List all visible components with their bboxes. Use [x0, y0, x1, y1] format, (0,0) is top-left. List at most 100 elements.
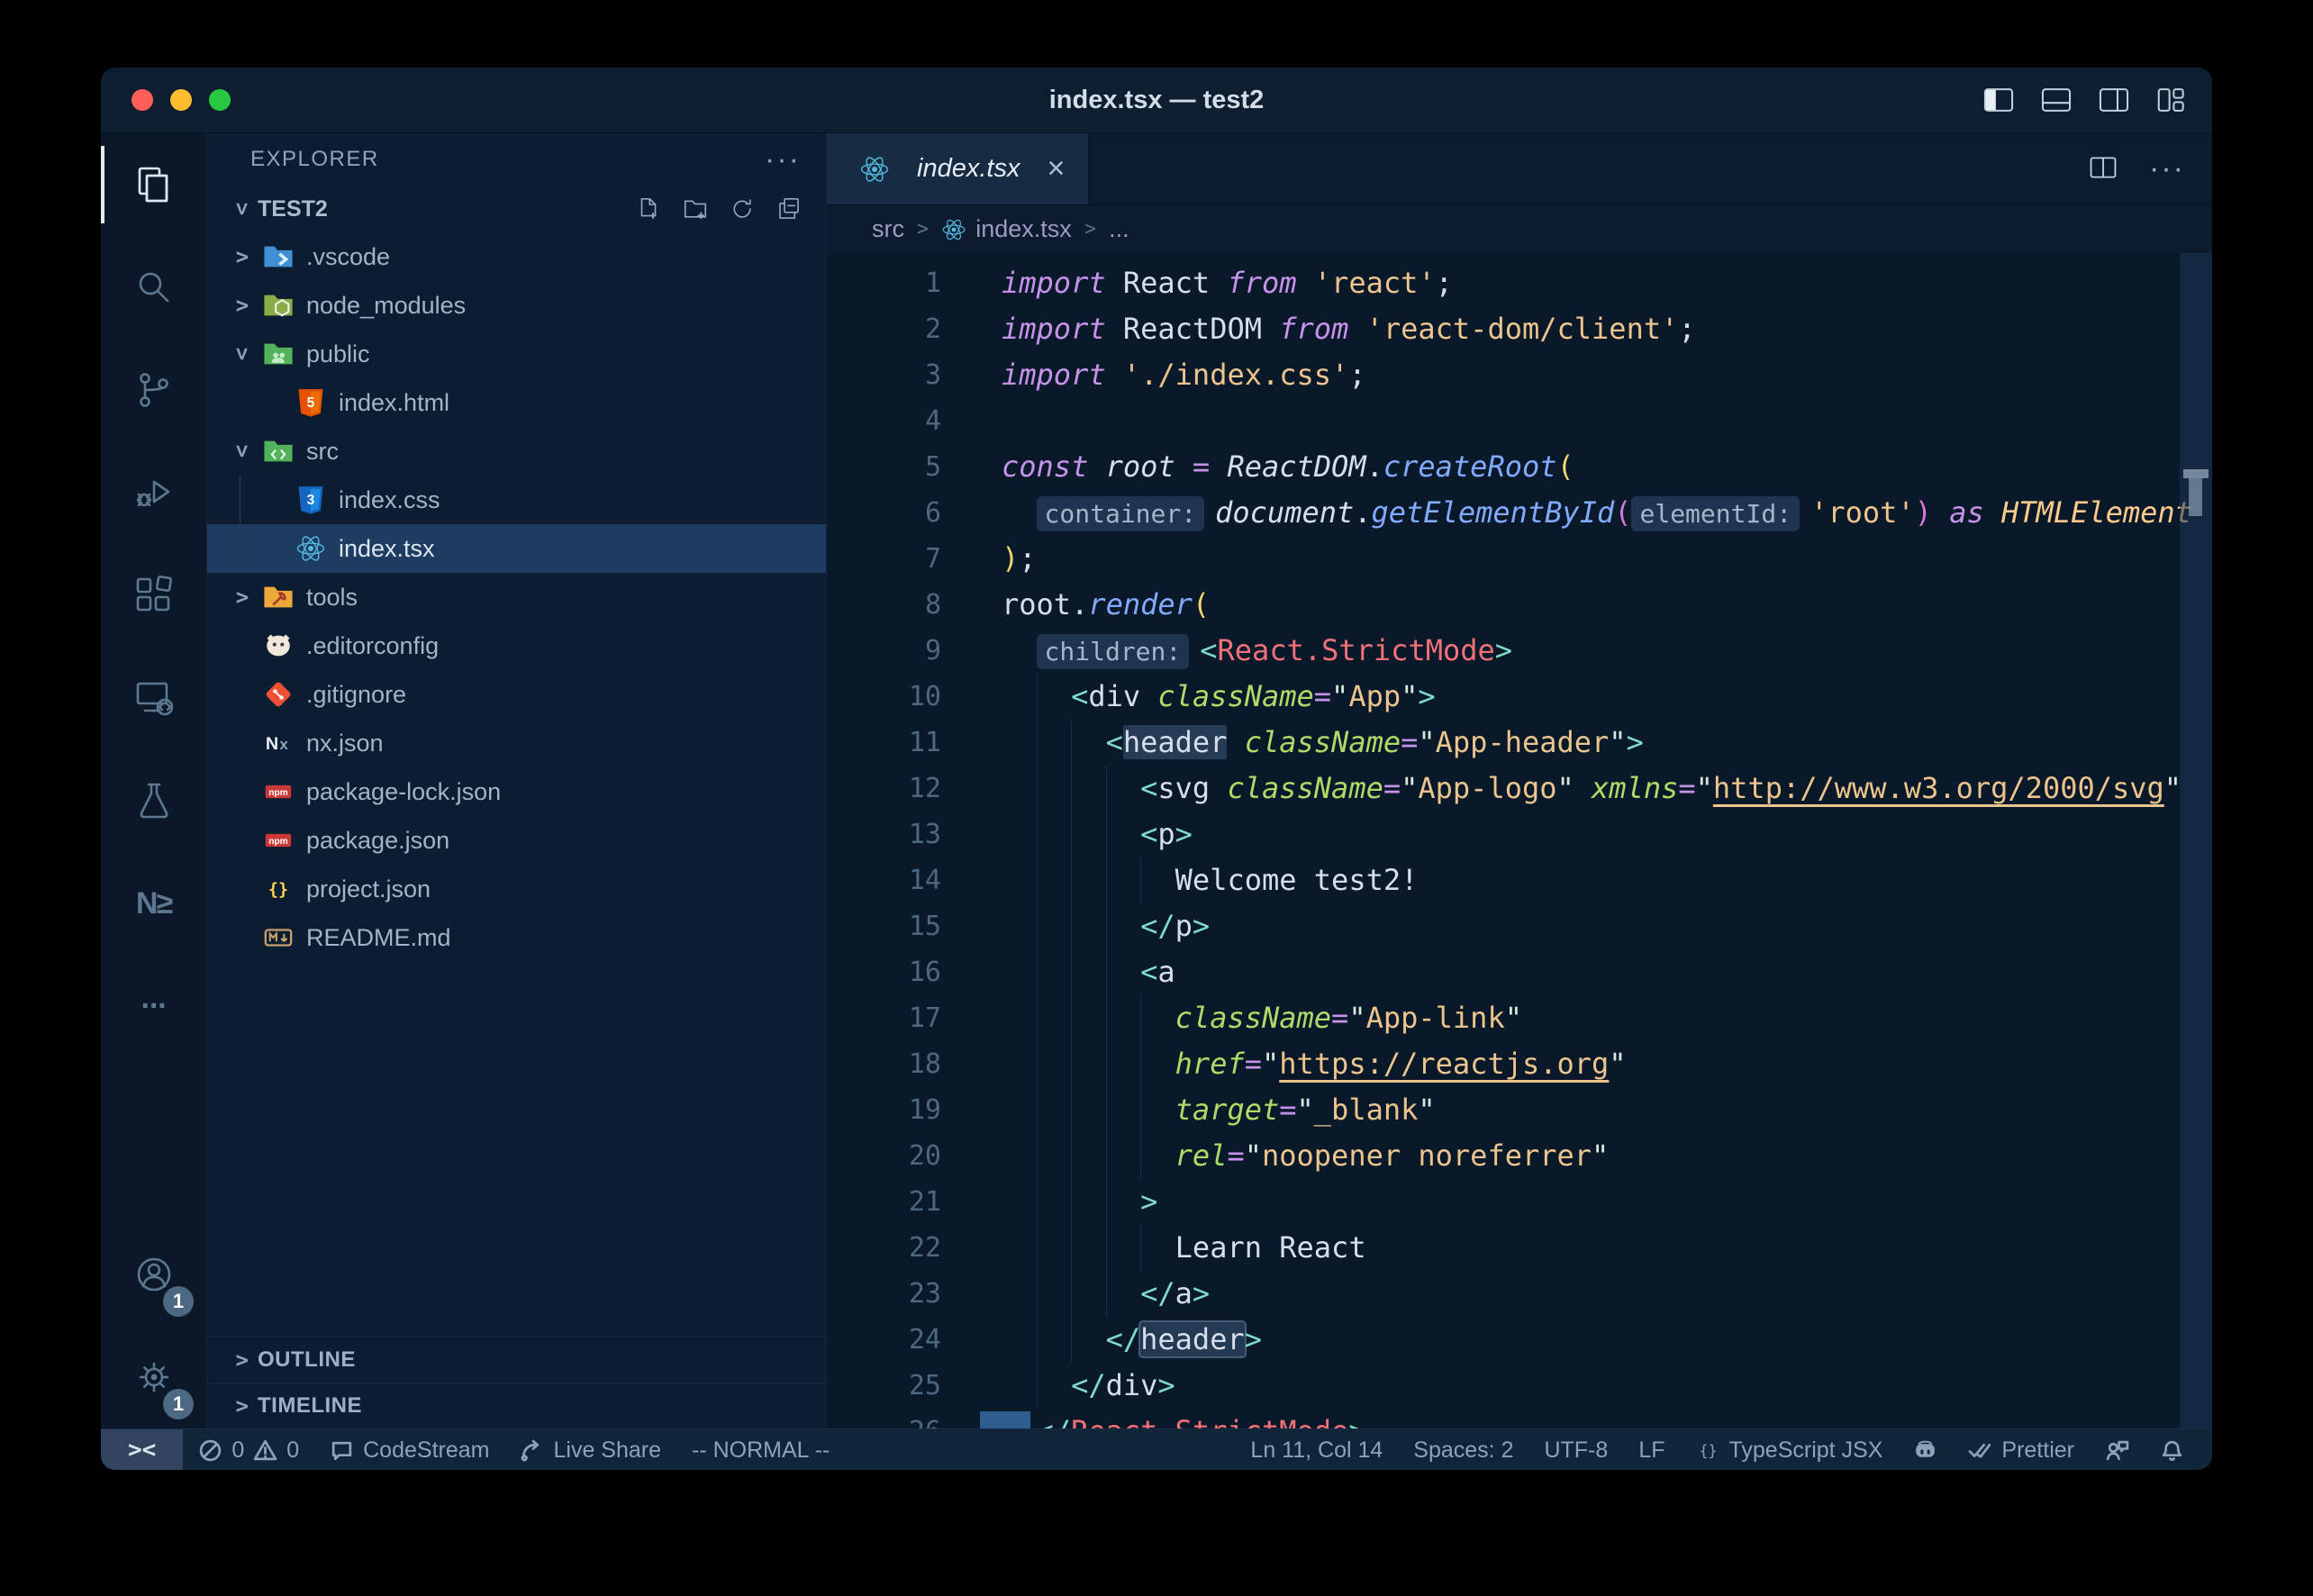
code-line[interactable]: Learn React: [980, 1225, 2212, 1271]
code-line[interactable]: <header className="App-header">: [980, 720, 2212, 766]
status-codestream[interactable]: CodeStream: [314, 1429, 504, 1470]
panel-timeline[interactable]: >TIMELINE: [207, 1383, 826, 1428]
status-problems[interactable]: 00: [183, 1429, 314, 1470]
status-eol[interactable]: LF: [1623, 1437, 1680, 1464]
title-bar[interactable]: index.tsx — test2: [101, 68, 2212, 133]
code-lines[interactable]: import React from 'react';import ReactDO…: [980, 253, 2212, 1428]
link-text[interactable]: http://www.w3.org/2000/svg: [1713, 771, 2164, 805]
code-line[interactable]: href="https://reactjs.org": [980, 1041, 2212, 1087]
tree-item-tools[interactable]: >tools: [207, 573, 826, 621]
refresh-icon[interactable]: [729, 195, 756, 222]
tree-item-src[interactable]: >src: [207, 427, 826, 476]
activity-remote-explorer[interactable]: [101, 647, 206, 749]
code-line[interactable]: </p>: [980, 903, 2212, 949]
split-editor-icon[interactable]: [2088, 152, 2122, 186]
folder-section-header[interactable]: > TEST2: [207, 186, 826, 232]
breadcrumb-item[interactable]: index.tsx: [941, 215, 1072, 243]
code-line[interactable]: import React from 'react';: [980, 260, 2212, 306]
chevron-right-icon[interactable]: >: [227, 293, 258, 318]
status-live-share[interactable]: Live Share: [504, 1429, 676, 1470]
link-text[interactable]: https://reactjs.org: [1279, 1047, 1609, 1081]
code-line[interactable]: import ReactDOM from 'react-dom/client';: [980, 306, 2212, 352]
code-line[interactable]: container:document.getElementById(elemen…: [980, 490, 2212, 536]
chevron-down-icon[interactable]: >: [230, 339, 255, 369]
code-line[interactable]: </div>: [980, 1363, 2212, 1409]
activity-extensions[interactable]: [101, 544, 206, 647]
tree-item-.vscode[interactable]: >.vscode: [207, 232, 826, 281]
new-file-icon[interactable]: [635, 195, 662, 222]
tree-item-README.md[interactable]: README.md: [207, 913, 826, 962]
activity-nx-console[interactable]: N≥: [101, 852, 206, 955]
status-indentation[interactable]: Spaces: 2: [1398, 1437, 1528, 1464]
chevron-down-icon[interactable]: >: [230, 436, 255, 467]
breadcrumb-item[interactable]: src: [872, 215, 904, 243]
code-line[interactable]: className="App-link": [980, 995, 2212, 1041]
tree-item-package-lock.json[interactable]: npmpackage-lock.json: [207, 767, 826, 816]
code-line[interactable]: </React.StrictMode>: [980, 1409, 2212, 1428]
tree-item-public[interactable]: >public: [207, 330, 826, 378]
breadcrumb[interactable]: src>index.tsx>...: [827, 205, 2212, 253]
code-line[interactable]: import './index.css';: [980, 352, 2212, 398]
code-line[interactable]: [980, 398, 2212, 444]
status-vim-mode[interactable]: -- NORMAL --: [676, 1429, 845, 1470]
code-line[interactable]: );: [980, 536, 2212, 582]
explorer-more-actions-icon[interactable]: ···: [765, 142, 801, 177]
collapse-all-icon[interactable]: [776, 195, 803, 222]
panel-outline[interactable]: >OUTLINE: [207, 1337, 826, 1383]
activity-additional-views[interactable]: ···: [101, 955, 206, 1057]
zoom-window-button[interactable]: [209, 89, 231, 111]
close-window-button[interactable]: [132, 89, 153, 111]
code-line[interactable]: </a>: [980, 1271, 2212, 1317]
tree-item-node_modules[interactable]: >node_modules: [207, 281, 826, 330]
status-notifications[interactable]: [2145, 1438, 2200, 1463]
code-line[interactable]: children:<React.StrictMode>: [980, 628, 2212, 674]
code-line[interactable]: <div className="App">: [980, 674, 2212, 720]
tree-item-.editorconfig[interactable]: .editorconfig: [207, 621, 826, 670]
remote-indicator[interactable]: ><: [101, 1429, 183, 1470]
code-line[interactable]: >: [980, 1179, 2212, 1225]
breadcrumb-item[interactable]: ...: [1109, 215, 1129, 243]
chevron-right-icon[interactable]: >: [227, 585, 258, 610]
activity-source-control[interactable]: [101, 339, 206, 441]
tree-item-package.json[interactable]: npmpackage.json: [207, 816, 826, 865]
toggle-sidebar-right-icon[interactable]: [2097, 83, 2131, 117]
tree-item-index.tsx[interactable]: index.tsx: [207, 524, 826, 573]
status-language-mode[interactable]: {}TypeScript JSX: [1681, 1437, 1899, 1464]
chevron-right-icon[interactable]: >: [227, 244, 258, 269]
activity-run-and-debug[interactable]: [101, 441, 206, 544]
tree-item-project.json[interactable]: {}project.json: [207, 865, 826, 913]
status-cursor-position[interactable]: Ln 11, Col 14: [1235, 1437, 1398, 1464]
code-line[interactable]: const root = ReactDOM.createRoot(: [980, 444, 2212, 490]
close-tab-icon[interactable]: ×: [1047, 151, 1065, 186]
customize-layout-icon[interactable]: [2154, 83, 2189, 117]
toggle-sidebar-left-icon[interactable]: [1982, 83, 2016, 117]
status-feedback[interactable]: [2090, 1438, 2145, 1463]
status-prettier[interactable]: Prettier: [1953, 1437, 2090, 1464]
activity-accounts[interactable]: 1: [101, 1223, 206, 1326]
activity-testing[interactable]: [101, 749, 206, 852]
tree-item-nx.json[interactable]: Nxnx.json: [207, 719, 826, 767]
activity-search[interactable]: [101, 236, 206, 339]
activity-explorer[interactable]: [101, 133, 206, 236]
code-line[interactable]: Welcome test2!: [980, 857, 2212, 903]
more-actions-icon[interactable]: ···: [2149, 151, 2185, 186]
minimize-window-button[interactable]: [170, 89, 192, 111]
activity-manage[interactable]: 1: [101, 1326, 206, 1428]
status-encoding[interactable]: UTF-8: [1528, 1437, 1623, 1464]
code-line[interactable]: root.render(: [980, 582, 2212, 628]
tree-item-index.html[interactable]: 5index.html: [207, 378, 826, 427]
code-line[interactable]: <a: [980, 949, 2212, 995]
new-folder-icon[interactable]: [682, 195, 709, 222]
code-line[interactable]: </header>: [980, 1317, 2212, 1363]
status-copilot[interactable]: [1898, 1438, 1953, 1463]
code-line[interactable]: <svg className="App-logo" xmlns="http://…: [980, 766, 2212, 812]
vertical-scrollbar[interactable]: [2180, 253, 2212, 1428]
code-line[interactable]: <p>: [980, 812, 2212, 857]
tab-index-tsx[interactable]: index.tsx ×: [827, 133, 1089, 204]
code-editor[interactable]: 1234567891011121314151617181920212223242…: [827, 253, 2212, 1428]
toggle-panel-icon[interactable]: [2039, 83, 2073, 117]
code-line[interactable]: target="_blank": [980, 1087, 2212, 1133]
tree-item-index.css[interactable]: 3index.css: [207, 476, 826, 524]
tree-item-.gitignore[interactable]: .gitignore: [207, 670, 826, 719]
code-line[interactable]: rel="noopener noreferrer": [980, 1133, 2212, 1179]
